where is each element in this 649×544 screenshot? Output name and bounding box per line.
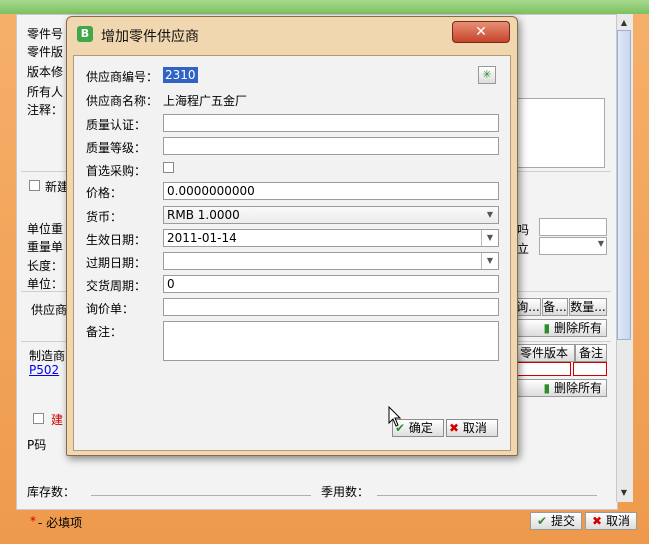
inquiry-label: 询价单： [86,302,135,316]
season-count-label: 季用数： [321,485,370,499]
new-build-checkbox[interactable] [29,180,40,191]
effective-date-picker[interactable]: 2011-01-14 ▼ [163,229,499,247]
manufacturer-delete-all-button[interactable]: ▮ 删除所有 [515,379,607,397]
dialog-body: 供应商编号： 2310 ✳ 供应商名称： 上海程广五金厂 质量认证： 质量等级：… [73,55,511,451]
delete-icon: ▮ [543,321,551,335]
preferred-purchase-label: 首选采购： [86,164,147,178]
manufacturer-notes-cell[interactable] [573,362,607,376]
delete-icon: ▮ [543,381,551,395]
part-no-label: 零件号 [27,27,64,41]
mouse-cursor-icon [388,406,402,427]
remark-textarea[interactable] [513,98,605,168]
required-note: - 必填项 [38,516,83,530]
main-cancel-button[interactable]: ✖ 取消 [585,512,637,530]
build-label: 建 [51,413,64,427]
chevron-down-icon[interactable]: ▼ [481,230,498,246]
owner-label: 所有人 [27,85,64,99]
supplier-section-label: 供应商 [31,303,68,317]
unit-label: 单位： [27,277,64,291]
weight-unit-label: 重量单 [27,240,64,254]
scroll-down-icon[interactable]: ▼ [617,486,631,500]
supplier-name-label: 供应商名称： [86,94,159,108]
manufacturer-version-cell[interactable] [513,362,571,376]
chevron-down-icon: ▼ [597,239,604,248]
unit-weight-label: 单位重 [27,222,64,236]
manufacturer-col-notes[interactable]: 备注 [575,344,607,362]
dialog-title: 增加零件供应商 [101,29,199,45]
price-input[interactable]: 0.0000000000 [163,182,499,200]
add-part-supplier-dialog: B 增加零件供应商 ✕ 供应商编号： 2310 ✳ 供应商名称： 上海程广五金厂… [66,16,518,456]
supplier-code-label: 供应商编号： [86,70,159,84]
dialog-cancel-button[interactable]: ✖ 取消 [446,419,498,437]
delete-all-label: 删除所有 [553,321,602,335]
supplier-col-inquiry[interactable]: 询... [515,298,541,316]
currency-value: RMB 1.0000 [167,208,240,222]
notes-textarea[interactable] [163,321,499,361]
remark-label: 注释： [27,103,64,117]
close-icon: ✖ [592,514,603,528]
currency-select[interactable]: RMB 1.0000 ▼ [163,206,499,224]
quality-grade-label: 质量等级： [86,141,147,155]
confirm-label: 确定 [408,421,433,435]
main-cancel-label: 取消 [605,514,630,528]
version-note-label: 版本修 [27,65,64,79]
scroll-up-icon[interactable]: ▲ [617,16,631,30]
close-icon: ✖ [449,421,460,435]
inquiry-input[interactable] [163,298,499,316]
supplier-code-value[interactable]: 2310 [163,67,198,83]
build-checkbox[interactable] [33,413,44,424]
quality-grade-input[interactable] [163,137,499,155]
submit-label: 提交 [550,514,575,528]
supplier-col-qty[interactable]: 数量... [569,298,607,316]
submit-button[interactable]: ✔ 提交 [530,512,582,530]
expiry-date-label: 过期日期： [86,256,147,270]
season-count-underline [377,495,597,496]
supplier-col-notes[interactable]: 备... [542,298,568,316]
required-star: * [30,514,36,528]
manufacturer-section-label: 制造商 [29,349,66,363]
p-code-label: P码 [27,438,47,452]
right-label-1: 吗 [517,223,530,237]
scrollbar-thumb[interactable] [617,30,631,340]
expiry-date-picker[interactable]: ▼ [163,252,499,270]
chevron-down-icon[interactable]: ▼ [481,253,498,269]
lookup-icon[interactable]: ✳ [478,66,496,84]
check-icon: ✔ [537,514,548,528]
manufacturer-link[interactable]: P502 [29,363,59,377]
right-select-2[interactable]: ▼ [539,237,607,255]
effective-date-value: 2011-01-14 [167,231,237,245]
stock-count-underline [91,495,311,496]
dialog-titlebar[interactable]: B 增加零件供应商 ✕ [67,17,517,57]
right-label-2: 立 [517,242,530,256]
dialog-cancel-label: 取消 [462,421,487,435]
notes-label: 备注： [86,325,123,339]
supplier-delete-all-button[interactable]: ▮ 删除所有 [515,319,607,337]
length-label: 长度： [27,259,64,273]
lead-time-input[interactable]: 0 [163,275,499,293]
close-button[interactable]: ✕ [452,21,510,43]
right-input-1[interactable] [539,218,607,236]
supplier-name-value: 上海程广五金厂 [163,94,248,108]
preferred-purchase-checkbox[interactable] [163,162,174,173]
manufacturer-col-version[interactable]: 零件版本 [513,344,575,362]
part-version-label: 零件版 [27,45,64,59]
lead-time-label: 交货周期： [86,279,147,293]
effective-date-label: 生效日期： [86,233,147,247]
currency-label: 货币： [86,210,123,224]
quality-cert-label: 质量认证： [86,118,147,132]
price-label: 价格： [86,186,123,200]
stock-count-label: 库存数： [27,485,76,499]
top-green-strip [0,0,649,14]
chevron-down-icon: ▼ [486,210,494,219]
close-icon: ✕ [475,24,487,40]
app-icon: B [77,26,93,42]
delete-all-label: 删除所有 [553,381,602,395]
quality-cert-input[interactable] [163,114,499,132]
